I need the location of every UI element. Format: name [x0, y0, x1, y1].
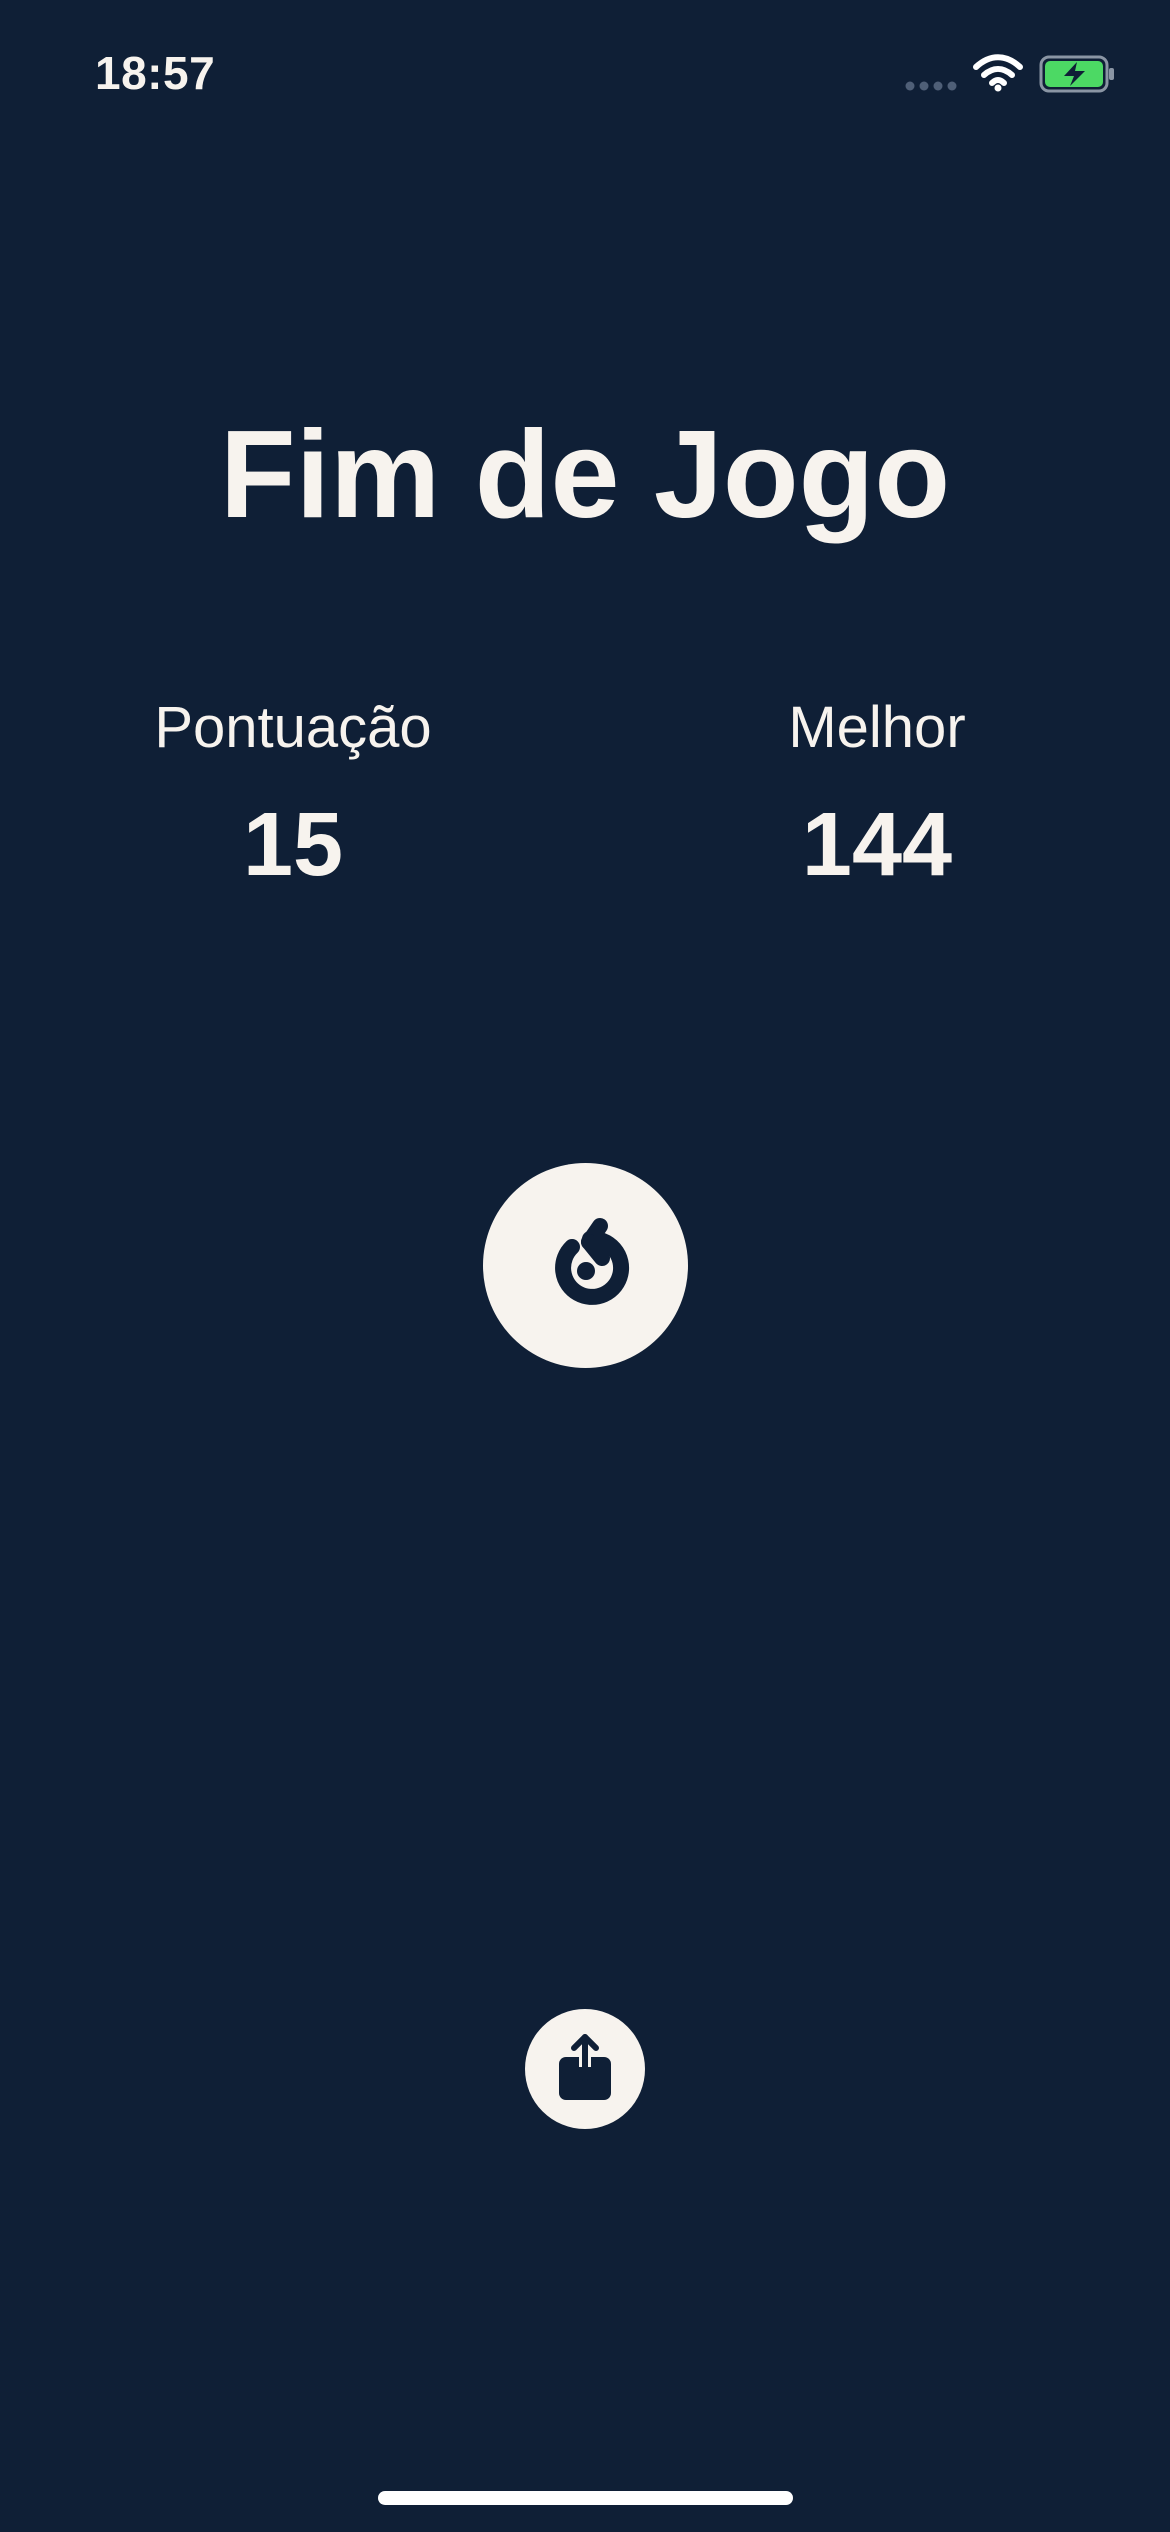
- restart-button[interactable]: [483, 1163, 688, 1368]
- status-time: 18:57: [95, 47, 216, 99]
- score-value: 15: [242, 795, 344, 895]
- cellular-signal-icon: [905, 81, 957, 91]
- best-score-label: Melhor: [788, 695, 966, 760]
- home-indicator: [378, 2491, 793, 2505]
- score-label: Pontuação: [154, 695, 432, 760]
- status-bar: 18:57: [0, 0, 1170, 150]
- share-icon: [559, 2034, 611, 2100]
- restart-icon: [554, 1217, 629, 1305]
- game-over-title: Fim de Jogo: [219, 406, 951, 544]
- battery-charging-icon: [1039, 55, 1114, 93]
- wifi-icon: [973, 54, 1023, 92]
- best-score-value: 144: [801, 795, 953, 895]
- share-button[interactable]: [525, 2009, 645, 2129]
